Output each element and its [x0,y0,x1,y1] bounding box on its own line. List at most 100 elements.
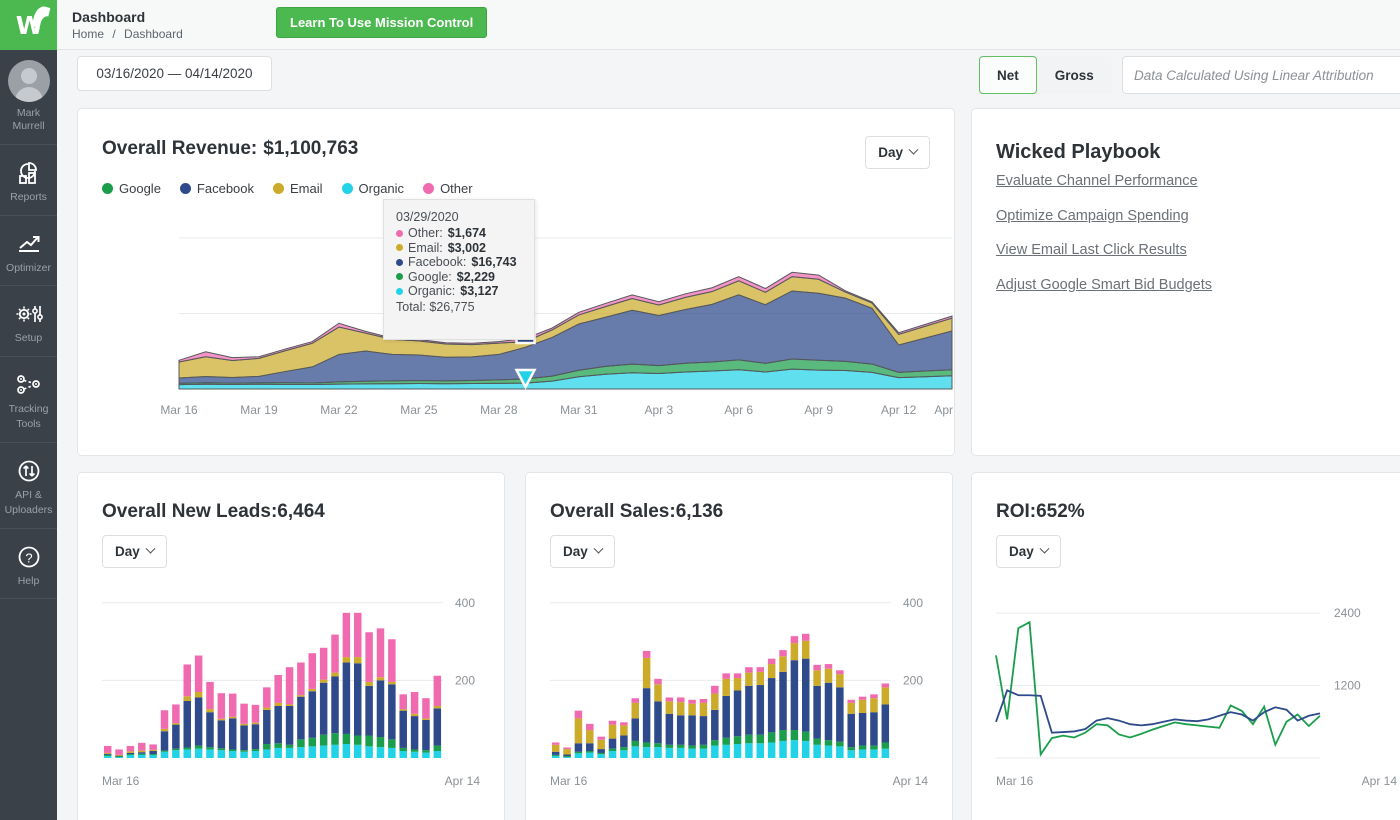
overall-revenue-label: Overall Revenue: [102,138,257,159]
leads-granularity-dropdown[interactable]: Day [102,535,167,568]
bar-segment [609,721,617,725]
bar-segment [343,613,351,657]
playbook-link-3[interactable]: Adjust Google Smart Bid Budgets [996,277,1212,293]
x-tick-label: Apr 14 [445,774,481,788]
bar-segment [688,749,696,758]
new-leads-bar-chart[interactable]: 200400Mar 16Apr 14 [78,585,504,820]
app-logo[interactable]: W [0,0,57,50]
sidebar-item-setup[interactable]: Setup [0,286,57,357]
attribution-input[interactable]: Data Calculated Using Linear Attribution [1122,56,1400,94]
bar-segment [377,677,385,680]
bar-segment [127,746,135,751]
bar-segment [138,754,146,755]
bar-segment [434,706,442,708]
bar-segment [552,756,560,758]
bar-segment [757,672,765,685]
bar-segment [847,747,855,750]
learn-mission-control-button[interactable]: Learn To Use Mission Control [276,7,487,38]
playbook-link-1[interactable]: Optimize Campaign Spending [996,208,1212,224]
bar-segment [609,751,617,758]
bar-segment [722,696,730,738]
bar-segment [597,749,605,753]
bar-segment [229,717,237,719]
sidebar-item-optimizer-label: Optimizer [2,262,55,275]
bar-segment [149,751,157,754]
sidebar-item-help[interactable]: ? Help [0,529,57,600]
bar-segment [677,702,685,715]
bar-segment [218,693,226,719]
bar-segment [882,749,890,758]
revenue-granularity-dropdown[interactable]: Day [865,136,930,169]
bar-segment [700,745,708,749]
legend-item-google[interactable]: Google [102,181,161,196]
bar-segment [411,716,419,749]
playbook-link-0[interactable]: Evaluate Channel Performance [996,173,1212,189]
line-series-profit-roi [996,690,1320,732]
tooltip-rows: Other:$1,674Email:$3,002Facebook:$16,743… [396,226,534,299]
bar-segment [666,697,674,701]
bar-segment [161,751,169,752]
net-button[interactable]: Net [979,56,1037,94]
legend-item-email[interactable]: Email [273,181,323,196]
tooltip-dot [396,288,403,295]
sidebar-user[interactable]: Mark Murrell [0,50,57,145]
bar-segment [274,743,282,748]
chevron-down-icon [593,544,603,554]
bar-segment [365,746,373,758]
sales-granularity-dropdown[interactable]: Day [550,535,615,568]
bar-segment [297,695,305,697]
sidebar-item-reports[interactable]: Reports [0,145,57,216]
bar-segment [331,635,339,673]
revenue-chart-tooltip: 03/29/2020 Other:$1,674Email:$3,002Faceb… [383,199,535,340]
bar-segment [320,648,328,680]
bar-segment [172,725,180,749]
bar-segment [434,751,442,758]
playbook-link-2[interactable]: View Email Last Click Results [996,242,1212,258]
bar-segment [399,694,407,709]
bar-segment [802,641,810,659]
roi-granularity-dropdown[interactable]: Day [996,535,1061,568]
bar-segment [309,691,317,738]
gross-button[interactable]: Gross [1037,56,1112,94]
bar-segment [620,725,628,735]
legend-item-other[interactable]: Other [423,181,473,196]
bar-segment [218,750,226,758]
bar-segment [286,748,294,758]
legend-item-organic[interactable]: Organic [342,181,405,196]
sidebar-item-api-uploaders-label-1: API & [2,489,55,502]
sidebar-item-tracking-tools[interactable]: Tracking Tools [0,357,57,443]
x-tick-label: Mar 16 [160,403,198,417]
tooltip-series-name: Other: [408,226,443,241]
bar-segment [768,678,776,732]
bar-segment [229,718,237,749]
sidebar-item-optimizer[interactable]: Optimizer [0,216,57,287]
bar-segment [882,704,890,742]
bar-segment [286,745,294,748]
bar-segment [791,740,799,758]
bar-segment [745,686,753,735]
bar-segment [575,752,583,754]
bar-segment [195,749,203,758]
bar-segment [836,670,844,674]
date-range-picker[interactable]: 03/16/2020 — 04/14/2020 [77,56,272,91]
breadcrumb-home[interactable]: Home [72,27,104,41]
legend-item-facebook[interactable]: Facebook [180,181,254,196]
sales-bar-chart[interactable]: 200400Mar 16Apr 14 [526,585,952,820]
bar-segment [745,735,753,744]
bar-segment [263,749,271,758]
roi-line-chart[interactable]: 12002400Mar 16Apr 14 [972,585,1400,820]
x-tick-label: Mar 16 [996,774,1034,788]
x-tick-label: Apr 6 [724,403,753,417]
tooltip-dot [396,259,403,266]
bar-segment [768,659,776,664]
overall-new-leads-title: Overall New Leads:6,464 [102,501,325,523]
bar-segment [354,657,362,663]
bar-segment [597,754,605,758]
bar-segment [643,747,651,758]
sidebar-item-api-uploaders[interactable]: API & Uploaders [0,443,57,529]
overall-sales-title: Overall Sales:6,136 [550,501,723,523]
overall-new-leads-value: 6,464 [277,501,325,522]
roi-label: ROI: [996,501,1036,522]
tooltip-row: Facebook:$16,743 [396,255,534,270]
bar-segment [161,710,169,729]
